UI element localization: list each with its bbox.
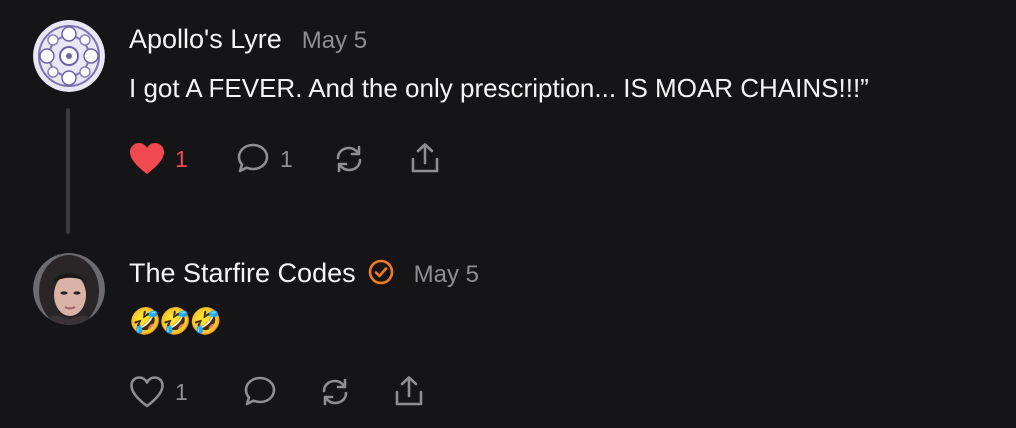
like-count: 1	[175, 145, 188, 172]
comment: The Starfire Codes May 5 🤣🤣🤣 1	[0, 250, 1016, 428]
heart-outline-icon	[130, 376, 164, 408]
comment-header: The Starfire Codes May 5	[129, 256, 479, 289]
comment: Apollo's Lyre May 5 I got A FEVER. And t…	[0, 0, 1016, 250]
verified-badge-icon	[368, 259, 394, 285]
speech-bubble-icon	[244, 376, 276, 406]
restack-arrows-icon	[336, 145, 362, 173]
share-button[interactable]	[408, 142, 442, 176]
restack-button[interactable]	[332, 142, 366, 176]
comment-header: Apollo's Lyre May 5	[129, 24, 367, 55]
comment-actions: 1 1	[129, 142, 529, 176]
comment-text: I got A FEVER. And the only prescription…	[129, 73, 869, 103]
avatar-pattern-icon	[33, 20, 105, 92]
restack-button[interactable]	[318, 375, 352, 409]
heart-filled-icon	[130, 143, 164, 174]
avatar[interactable]	[33, 253, 105, 325]
like-count: 1	[175, 378, 188, 405]
reply-count: 1	[280, 145, 293, 172]
share-button[interactable]	[392, 375, 426, 409]
author-name[interactable]: The Starfire Codes	[129, 258, 356, 289]
avatar[interactable]	[33, 20, 105, 92]
comment-text: 🤣🤣🤣	[129, 306, 222, 336]
comment-date[interactable]: May 5	[414, 261, 479, 289]
author-name[interactable]: Apollo's Lyre	[129, 24, 282, 55]
comment-date[interactable]: May 5	[302, 27, 367, 55]
share-upload-icon	[395, 376, 423, 406]
share-upload-icon	[411, 143, 439, 173]
reply-button[interactable]	[243, 375, 277, 409]
restack-arrows-icon	[322, 378, 348, 406]
reply-button[interactable]: 1	[236, 142, 293, 176]
speech-bubble-icon	[237, 143, 269, 173]
comment-actions: 1	[129, 375, 529, 409]
thread-line	[66, 108, 70, 234]
like-button[interactable]: 1	[129, 142, 188, 176]
avatar-photo-icon	[33, 253, 105, 325]
like-button[interactable]: 1	[129, 375, 188, 409]
